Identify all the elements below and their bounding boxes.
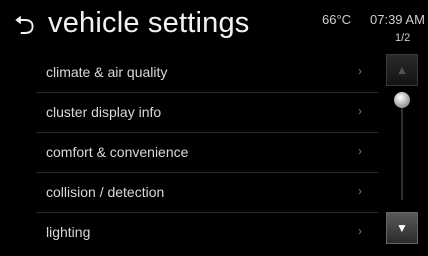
menu-item-cluster-display-info[interactable]: cluster display info ›	[36, 93, 378, 133]
chevron-right-icon: ›	[358, 144, 362, 158]
outside-temperature: 66°C	[322, 12, 352, 27]
menu-item-climate-air-quality[interactable]: climate & air quality ›	[36, 53, 378, 93]
scroll-down-button[interactable]: ▼	[386, 212, 418, 244]
up-arrow-icon: ▲	[396, 63, 408, 77]
settings-menu: climate & air quality › cluster display …	[36, 53, 378, 252]
menu-item-lighting[interactable]: lighting ›	[36, 213, 378, 252]
chevron-right-icon: ›	[358, 104, 362, 118]
scroll-thumb[interactable]	[394, 92, 410, 108]
down-arrow-icon: ▼	[396, 221, 408, 235]
chevron-right-icon: ›	[358, 64, 362, 78]
header: ⮌ vehicle settings 66°C 07:39 AM 1/2	[0, 0, 428, 52]
back-arrow-icon[interactable]: ⮌	[14, 8, 35, 42]
menu-item-label: cluster display info	[46, 104, 162, 120]
page-indicator: 1/2	[395, 32, 411, 44]
menu-item-label: collision / detection	[46, 184, 165, 200]
chevron-right-icon: ›	[358, 224, 362, 238]
scroll-track[interactable]	[401, 104, 403, 200]
menu-item-comfort-convenience[interactable]: comfort & convenience ›	[36, 133, 378, 173]
menu-item-label: climate & air quality	[46, 64, 168, 80]
menu-item-label: lighting	[46, 224, 91, 240]
scroll-up-button[interactable]: ▲	[386, 54, 418, 86]
page-title: vehicle settings	[48, 7, 250, 39]
menu-item-collision-detection[interactable]: collision / detection ›	[36, 173, 378, 213]
chevron-right-icon: ›	[358, 184, 362, 198]
clock: 07:39 AM	[370, 12, 425, 27]
menu-item-label: comfort & convenience	[46, 144, 189, 160]
